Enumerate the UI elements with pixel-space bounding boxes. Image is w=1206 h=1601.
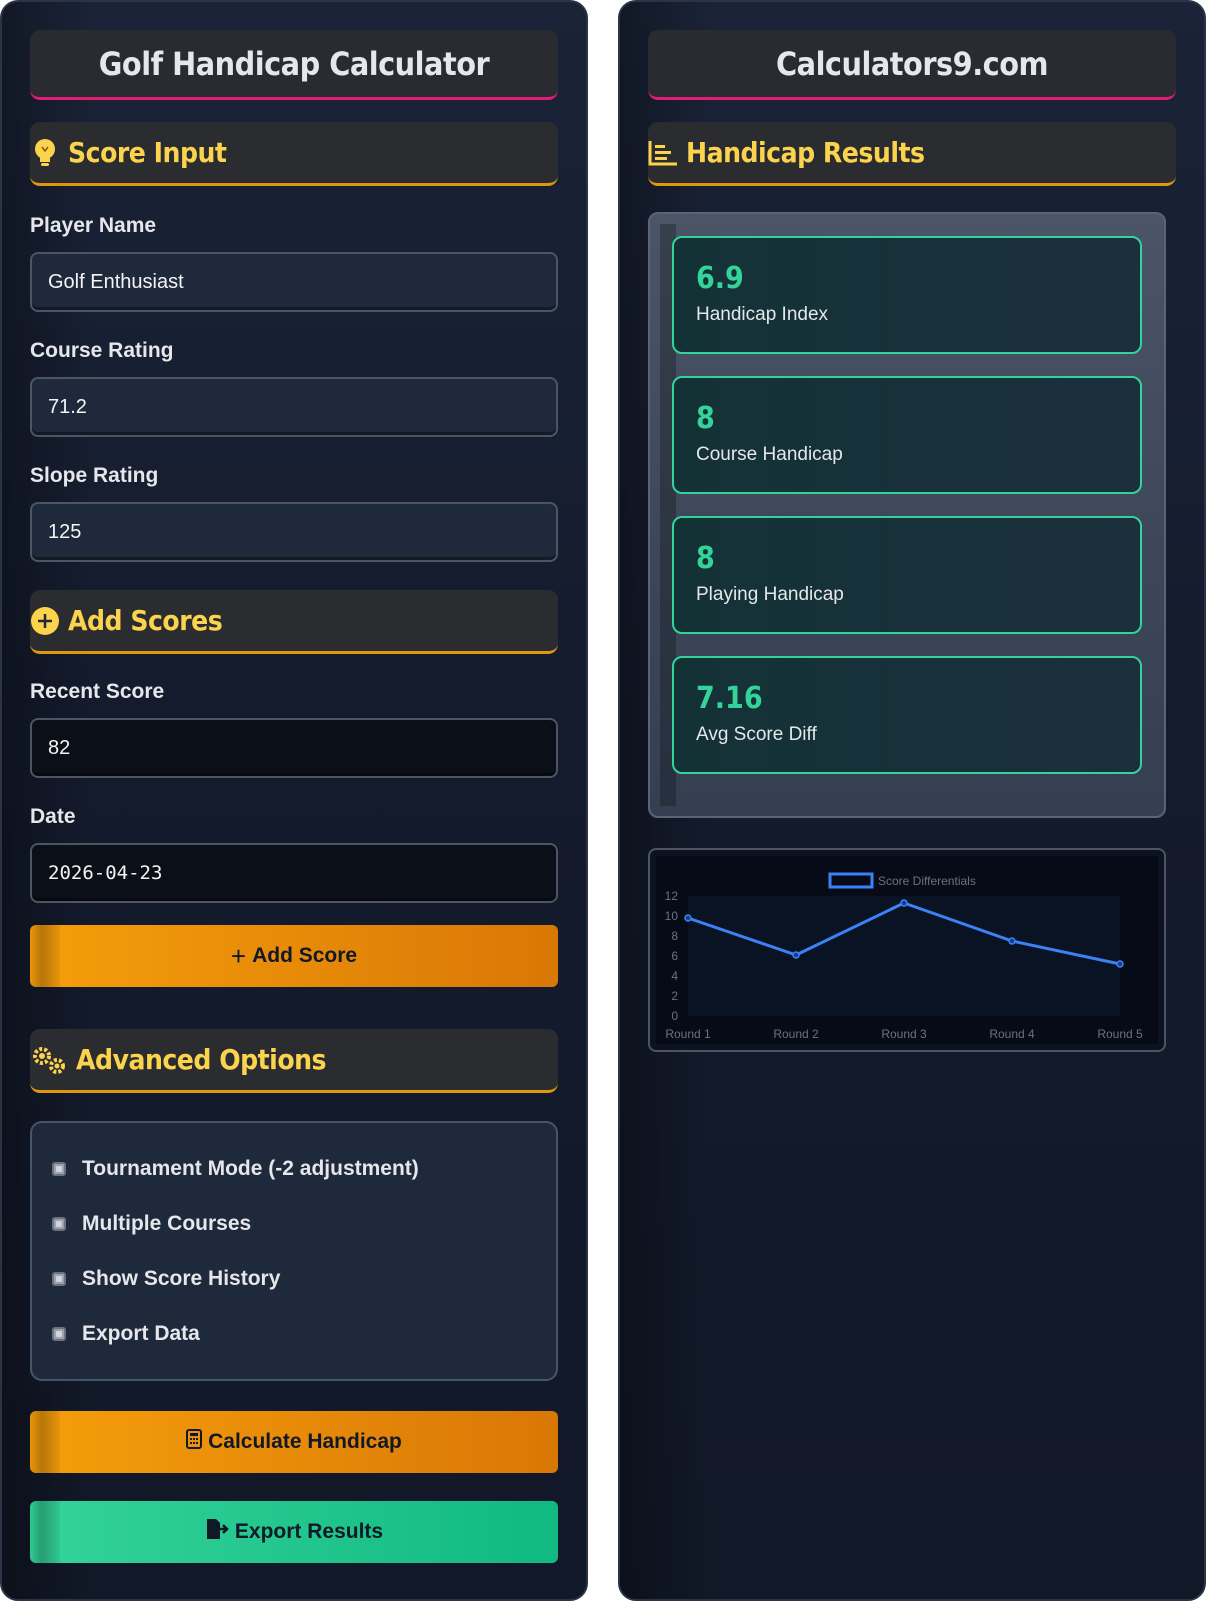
date-group: Date — [30, 805, 558, 903]
checkbox[interactable] — [52, 1216, 66, 1231]
add-scores-header: Add Scores — [30, 590, 558, 654]
data-point — [1008, 937, 1016, 945]
y-tick-label: 6 — [671, 949, 678, 963]
course-rating-label: Course Rating — [30, 339, 174, 362]
page-title: Golf Handicap Calculator — [98, 44, 490, 83]
y-tick-label: 4 — [671, 969, 678, 983]
site-title-bar: Calculators9.com — [648, 30, 1176, 100]
plus-circle-icon — [30, 606, 60, 636]
plot-area — [688, 896, 1120, 1016]
option-export-data[interactable]: Export Data — [52, 1306, 536, 1361]
option-show-score-history[interactable]: Show Score History — [52, 1251, 536, 1306]
course-rating-input[interactable] — [30, 377, 558, 437]
slope-rating-group: Slope Rating — [30, 464, 558, 562]
bar-chart-icon — [648, 138, 678, 168]
x-tick-label: Round 3 — [881, 1027, 927, 1041]
playing-handicap-card: 8 Playing Handicap — [672, 516, 1142, 634]
player-name-group: Player Name — [30, 214, 558, 312]
gears-icon — [30, 1045, 68, 1075]
option-label: Export Data — [82, 1321, 200, 1345]
advanced-options-heading: Advanced Options — [76, 1043, 327, 1076]
y-tick-label: 8 — [671, 929, 678, 943]
chart-svg: Score Differentials 0 2 4 6 8 10 12 Round 1 Round… — [656, 856, 1158, 1044]
add-score-button[interactable]: + Add Score — [30, 925, 558, 987]
x-tick-label: Round 4 — [989, 1027, 1035, 1041]
data-point — [792, 951, 800, 959]
player-name-input[interactable] — [30, 252, 558, 312]
handicap-index-card: 6.9 Handicap Index — [672, 236, 1142, 354]
x-tick-label: Round 5 — [1097, 1027, 1143, 1041]
recent-score-input[interactable] — [30, 718, 558, 778]
recent-score-group: Recent Score — [30, 680, 558, 778]
legend-label: Score Differentials — [878, 874, 976, 888]
data-point — [684, 914, 692, 922]
result-value: 8 — [696, 541, 715, 576]
result-label: Avg Score Diff — [696, 724, 817, 745]
calculate-handicap-label: Calculate Handicap — [208, 1430, 402, 1453]
date-input[interactable] — [30, 843, 558, 903]
avg-score-diff-card: 7.16 Avg Score Diff — [672, 656, 1142, 774]
recent-score-label: Recent Score — [30, 680, 165, 703]
lightbulb-icon — [30, 138, 60, 168]
score-input-heading: Score Input — [68, 136, 227, 169]
advanced-options-header: Advanced Options — [30, 1029, 558, 1093]
site-title: Calculators9.com — [776, 44, 1048, 83]
y-tick-label: 2 — [671, 989, 678, 1003]
results-panel: Calculators9.com Handicap Results 6.9 Ha… — [618, 0, 1206, 1601]
checkbox[interactable] — [52, 1161, 66, 1176]
slope-rating-label: Slope Rating — [30, 464, 159, 487]
file-export-icon — [205, 1518, 229, 1546]
slope-rating-input[interactable] — [30, 502, 558, 562]
player-name-label: Player Name — [30, 214, 157, 237]
result-label: Handicap Index — [696, 304, 829, 325]
handicap-results-header: Handicap Results — [648, 122, 1176, 186]
advanced-options-list: Tournament Mode (-2 adjustment) Multiple… — [30, 1121, 558, 1381]
result-value: 6.9 — [696, 261, 744, 296]
result-value: 8 — [696, 401, 715, 436]
x-tick-label: Round 2 — [773, 1027, 819, 1041]
option-label: Multiple Courses — [82, 1211, 252, 1235]
plus-icon: + — [230, 941, 247, 971]
data-point — [900, 899, 908, 907]
x-tick-label: Round 1 — [665, 1027, 711, 1041]
option-label: Tournament Mode (-2 adjustment) — [82, 1156, 419, 1180]
calculator-panel: Golf Handicap Calculator Score Input Pla… — [0, 0, 588, 1601]
course-handicap-card: 8 Course Handicap — [672, 376, 1142, 494]
calculate-handicap-button[interactable]: Calculate Handicap — [30, 1411, 558, 1473]
export-results-label: Export Results — [234, 1520, 384, 1543]
y-tick-label: 0 — [671, 1009, 678, 1023]
result-label: Playing Handicap — [696, 584, 844, 605]
calculator-icon — [186, 1429, 203, 1455]
y-tick-label: 12 — [665, 889, 679, 903]
handicap-results-heading: Handicap Results — [686, 136, 925, 169]
date-label: Date — [30, 805, 76, 828]
result-value: 7.16 — [696, 681, 763, 716]
add-score-label: Add Score — [252, 944, 358, 967]
option-label: Show Score History — [82, 1266, 281, 1290]
checkbox[interactable] — [52, 1271, 66, 1286]
data-point — [1116, 960, 1124, 968]
y-tick-label: 10 — [665, 909, 679, 923]
option-multiple-courses[interactable]: Multiple Courses — [52, 1196, 536, 1251]
score-input-header: Score Input — [30, 122, 558, 186]
checkbox[interactable] — [52, 1326, 66, 1341]
score-differentials-chart: Score Differentials 0 2 4 6 8 10 12 Round 1 Round… — [648, 848, 1166, 1052]
export-results-button[interactable]: Export Results — [30, 1501, 558, 1563]
course-rating-group: Course Rating — [30, 339, 558, 437]
results-summary: 6.9 Handicap Index 8 Course Handicap 8 P… — [648, 212, 1166, 818]
result-label: Course Handicap — [696, 444, 843, 465]
option-tournament-mode[interactable]: Tournament Mode (-2 adjustment) — [52, 1141, 536, 1196]
add-scores-heading: Add Scores — [68, 604, 223, 637]
calculator-title-bar: Golf Handicap Calculator — [30, 30, 558, 100]
